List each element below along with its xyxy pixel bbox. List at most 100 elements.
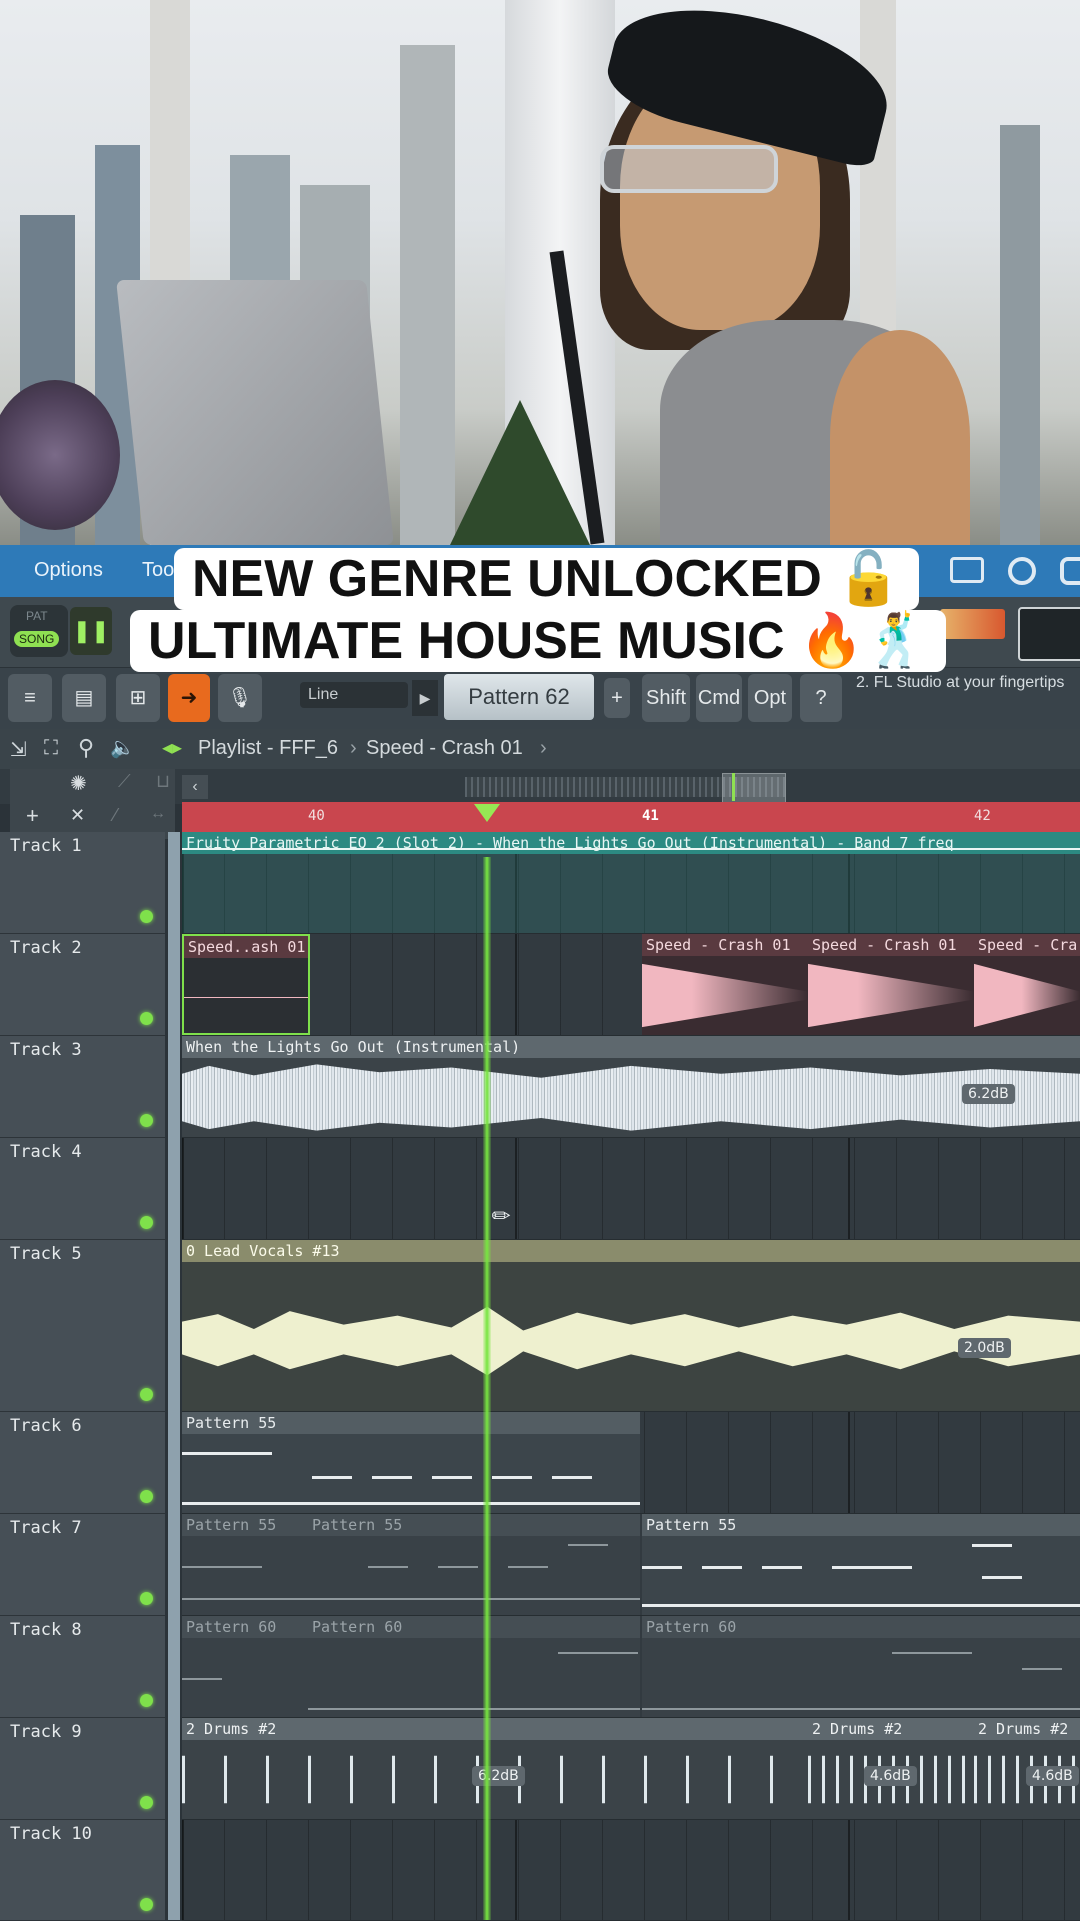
cpu-meter <box>940 609 1005 639</box>
pattern-clip-muted[interactable]: Pattern 55 <box>308 1514 640 1615</box>
clip-title: 2 Drums #2 <box>974 1718 1080 1740</box>
pattern-clip-muted[interactable]: Pattern 55 <box>182 1514 308 1615</box>
audio-clip[interactable]: 0 Lead Vocals #13 2.0dB <box>182 1240 1080 1411</box>
pattern-clip-muted[interactable]: Pattern 60 <box>182 1616 308 1717</box>
pattern-prev-icon[interactable]: ▶ <box>412 680 438 716</box>
speaker-icon[interactable]: 🔈 <box>110 735 135 760</box>
audio-clip[interactable]: When the Lights Go Out (Instrumental) 6.… <box>182 1036 1080 1137</box>
opt-button[interactable]: Opt <box>748 674 792 722</box>
waveform-tool-icon[interactable]: ✺ <box>70 771 87 796</box>
fade-icon[interactable]: ⁄ <box>114 805 117 826</box>
magnet-icon[interactable]: ⊔ <box>156 771 170 792</box>
magnify-icon[interactable]: ⚲ <box>78 735 94 761</box>
track-resize-strip[interactable] <box>168 832 180 1920</box>
track-mute-led[interactable] <box>140 1490 153 1503</box>
add-track-icon[interactable]: + <box>26 803 39 829</box>
waveform <box>182 1064 1080 1131</box>
pattern-notes <box>308 1638 640 1717</box>
track-header[interactable]: Track 9 <box>0 1718 165 1820</box>
track-mute-led[interactable] <box>140 1592 153 1605</box>
audio-clip[interactable]: 2 Drums #2 4.6dB <box>808 1718 974 1819</box>
track-header[interactable]: Track 6 <box>0 1412 165 1514</box>
track-mute-led[interactable] <box>140 1012 153 1025</box>
audio-clip[interactable]: Speed - Crash 01 <box>808 934 974 1035</box>
plugin-icon[interactable] <box>1060 557 1080 585</box>
person-shoulder <box>830 330 970 545</box>
arrows-icon[interactable]: ◂▸ <box>162 735 182 760</box>
maximize-icon[interactable]: ⛶ <box>44 737 58 760</box>
clip-title: Pattern 55 <box>642 1514 1080 1536</box>
pattern-clip-muted[interactable]: Pattern 60 <box>308 1616 640 1717</box>
pin-icon[interactable]: ⇲ <box>10 737 27 762</box>
automation-curve <box>182 848 1080 850</box>
track-lane[interactable]: 0 Lead Vocals #13 2.0dB <box>182 1240 1080 1412</box>
volume-readout: 6.2dB <box>472 1766 525 1786</box>
scroll-left-button[interactable]: ‹ <box>182 775 208 799</box>
breadcrumb-separator: › <box>350 737 357 759</box>
audio-clip[interactable]: Speed - Crash 01 <box>642 934 808 1035</box>
resize-icon[interactable]: ↔ <box>150 805 166 823</box>
waveform-flat <box>184 997 308 998</box>
menu-options[interactable]: Options <box>34 559 103 582</box>
channel-rack-icon[interactable]: ⊞ <box>116 674 160 722</box>
track-header[interactable]: Track 10 <box>0 1820 165 1921</box>
track-lane[interactable]: 2 Drums #2 6.2dB 2 Drums #2 4.6dB 2 Drum… <box>182 1718 1080 1820</box>
slide-tool-icon[interactable]: ⟋ <box>118 771 131 792</box>
pattern-clip-muted[interactable]: Pattern 60 <box>642 1616 1080 1717</box>
help-icon[interactable]: ? <box>800 674 842 722</box>
mixer-icon[interactable] <box>950 557 984 583</box>
track-lane[interactable]: Speed..ash 01 Speed - Crash 01 Speed - C… <box>182 934 1080 1036</box>
track-mute-led[interactable] <box>140 1114 153 1127</box>
track-mute-led[interactable] <box>140 1796 153 1809</box>
delete-icon[interactable]: ✕ <box>70 805 85 826</box>
audio-clip[interactable]: Speed - Cra <box>974 934 1080 1035</box>
song-position-marker[interactable] <box>474 804 500 822</box>
track-header[interactable]: Track 1 <box>0 832 165 934</box>
track-lane[interactable]: ✎ <box>182 1138 1080 1240</box>
menu-tools[interactable]: Too <box>142 559 174 582</box>
pattern-clip[interactable]: Pattern 55 <box>642 1514 1080 1615</box>
playhead[interactable] <box>483 857 491 1920</box>
bar-number: 42 <box>974 808 991 824</box>
track-lane[interactable]: Pattern 55 Pattern 55 Pattern 55 <box>182 1514 1080 1616</box>
track-lane[interactable]: Pattern 60 Pattern 60 Pattern 60 <box>182 1616 1080 1718</box>
track-header[interactable]: Track 8 <box>0 1616 165 1718</box>
audio-clip[interactable]: 2 Drums #2 4.6dB <box>974 1718 1080 1819</box>
track-mute-led[interactable] <box>140 1216 153 1229</box>
snap-select[interactable]: Line <box>300 682 408 708</box>
track-mute-led[interactable] <box>140 1694 153 1707</box>
cmd-button[interactable]: Cmd <box>696 674 742 722</box>
bar-ruler[interactable]: 40 41 42 <box>182 802 1080 832</box>
track-header[interactable]: Track 7 <box>0 1514 165 1616</box>
waveform <box>974 963 1080 1028</box>
track-lane[interactable]: Fruity Parametric EQ 2 (Slot 2) - When t… <box>182 832 1080 934</box>
pat-song-switch[interactable]: PAT SONG <box>10 605 68 657</box>
automation-clip[interactable]: Fruity Parametric EQ 2 (Slot 2) - When t… <box>182 832 1080 933</box>
playlist-icon[interactable]: ≡ <box>8 674 52 722</box>
track-header[interactable]: Track 3 <box>0 1036 165 1138</box>
clip-title: Pattern 60 <box>182 1616 308 1638</box>
lane-grid <box>182 1138 1080 1239</box>
song-label: SONG <box>14 631 60 647</box>
track-lane[interactable]: Pattern 55 <box>182 1412 1080 1514</box>
track-header[interactable]: Track 2 <box>0 934 165 1036</box>
track-header[interactable]: Track 5 <box>0 1240 165 1412</box>
arrow-right-icon[interactable]: ➜ <box>168 674 210 722</box>
pattern-clip[interactable]: Pattern 55 <box>182 1412 640 1513</box>
audio-clip[interactable]: Speed..ash 01 <box>182 934 310 1035</box>
pattern-selector[interactable]: Pattern 62 <box>444 674 594 720</box>
track-mute-led[interactable] <box>140 910 153 923</box>
pause-button[interactable]: ❚❚ <box>70 607 112 655</box>
track-mute-led[interactable] <box>140 1388 153 1401</box>
browser-icon[interactable] <box>1008 557 1036 585</box>
pattern-add-button[interactable]: + <box>604 678 630 718</box>
track-lane[interactable] <box>182 1820 1080 1921</box>
track-mute-led[interactable] <box>140 1898 153 1911</box>
audio-clip[interactable]: 2 Drums #2 6.2dB <box>182 1718 808 1819</box>
shift-button[interactable]: Shift <box>642 674 690 722</box>
track-lane[interactable]: When the Lights Go Out (Instrumental) 6.… <box>182 1036 1080 1138</box>
hint-bar: 2. FL Studio at your fingertips <box>856 674 1065 691</box>
microphone-icon[interactable]: 🎙 <box>218 674 262 722</box>
piano-roll-icon[interactable]: ▤ <box>62 674 106 722</box>
track-header[interactable]: Track 4 <box>0 1138 165 1240</box>
